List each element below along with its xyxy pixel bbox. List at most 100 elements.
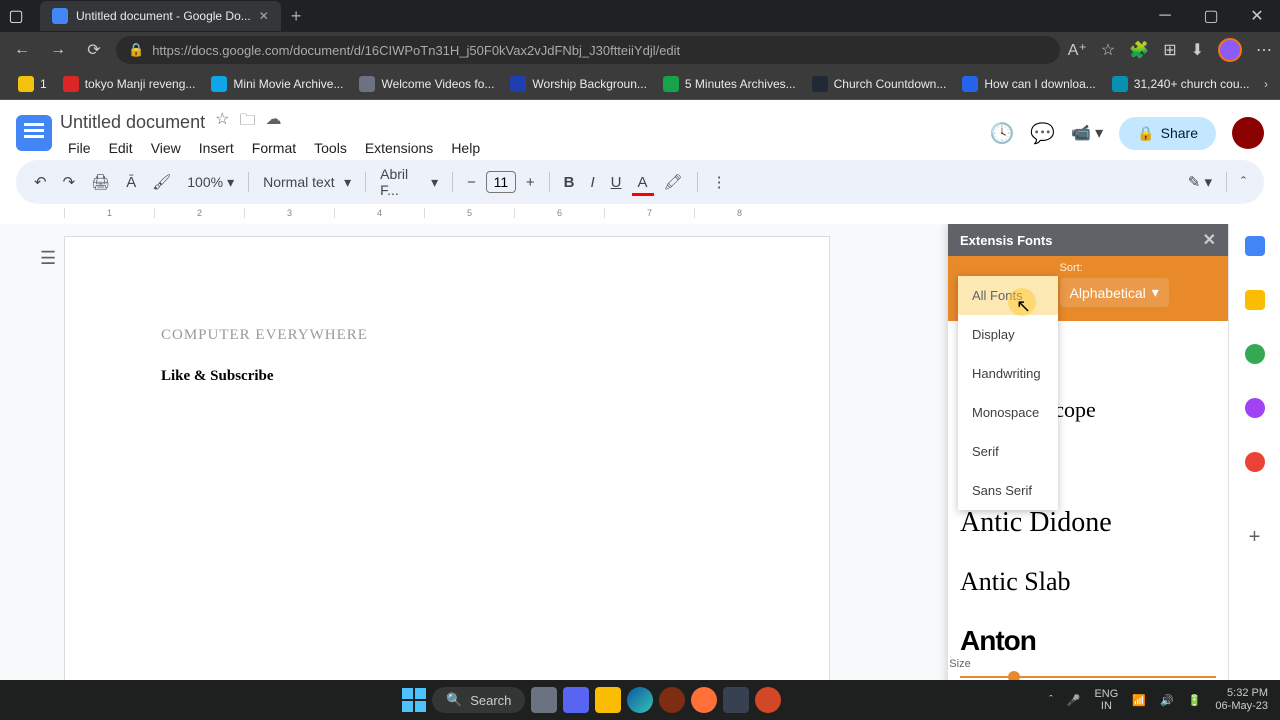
redo-button[interactable]: ↷: [57, 167, 82, 197]
font-item[interactable]: Antic Slab: [960, 553, 1216, 611]
bookmark-item[interactable]: How can I downloa...: [956, 72, 1101, 96]
filter-option[interactable]: Display: [958, 315, 1058, 354]
outline-button[interactable]: ☰: [40, 248, 56, 269]
bookmark-item[interactable]: Mini Movie Archive...: [205, 72, 349, 96]
menu-tools[interactable]: Tools: [306, 138, 355, 158]
account-avatar[interactable]: [1232, 117, 1264, 149]
comments-icon[interactable]: 💬: [1030, 121, 1055, 146]
filter-option[interactable]: Sans Serif: [958, 471, 1058, 510]
collapse-toolbar-button[interactable]: ˆ: [1235, 168, 1252, 197]
zoom-select[interactable]: 100%▾: [181, 170, 240, 195]
text-color-button[interactable]: A: [632, 168, 654, 196]
taskbar-search[interactable]: 🔍 Search: [432, 687, 525, 713]
ruler[interactable]: 12345678: [64, 208, 1264, 224]
mic-icon[interactable]: 🎤: [1067, 694, 1081, 707]
bookmark-item[interactable]: 1: [12, 72, 53, 96]
add-addon-icon[interactable]: +: [1249, 526, 1261, 549]
downloads-icon[interactable]: ⬇: [1191, 40, 1204, 60]
bold-button[interactable]: B: [558, 168, 581, 197]
font-select[interactable]: Abril F...▾: [374, 162, 444, 202]
close-tab-icon[interactable]: ✕: [259, 9, 269, 23]
paragraph-style-select[interactable]: Normal text▾: [257, 170, 357, 195]
keep-icon[interactable]: [1245, 290, 1265, 310]
new-tab-button[interactable]: +: [281, 6, 312, 27]
meet-button[interactable]: 📹▾: [1071, 123, 1103, 143]
docs-logo-icon[interactable]: [16, 115, 52, 151]
decrease-font-button[interactable]: −: [461, 168, 482, 197]
document-page[interactable]: COMPUTER EVERYWHERE Like & Subscribe: [64, 236, 830, 680]
profile-avatar[interactable]: [1218, 38, 1242, 62]
powerpoint-icon[interactable]: [755, 687, 781, 713]
maximize-button[interactable]: ▢: [1188, 0, 1234, 32]
close-panel-icon[interactable]: ✕: [1203, 230, 1216, 250]
edge-icon[interactable]: [627, 687, 653, 713]
underline-button[interactable]: U: [605, 168, 628, 197]
highlight-button[interactable]: 🖍: [658, 167, 689, 197]
maps-icon[interactable]: [1245, 452, 1265, 472]
menu-icon[interactable]: ⋯: [1256, 40, 1272, 60]
back-button[interactable]: ←: [8, 41, 36, 59]
start-button[interactable]: [402, 688, 426, 712]
filter-option[interactable]: All Fonts: [958, 276, 1058, 315]
bookmark-item[interactable]: 5 Minutes Archives...: [657, 72, 802, 96]
sort-select[interactable]: Alphabetical▾: [1060, 278, 1169, 307]
browser-tab[interactable]: Untitled document - Google Do... ✕: [40, 1, 281, 31]
minimize-button[interactable]: ─: [1142, 0, 1188, 32]
menu-format[interactable]: Format: [244, 138, 304, 158]
move-icon[interactable]: 🗀: [239, 109, 255, 136]
tasks-icon[interactable]: [1245, 344, 1265, 364]
print-button[interactable]: 🖨: [85, 167, 116, 197]
address-bar[interactable]: 🔒 https://docs.google.com/document/d/16C…: [116, 36, 1060, 64]
bookmark-item[interactable]: Church Countdown...: [806, 72, 953, 96]
forward-button[interactable]: →: [44, 41, 72, 59]
menu-insert[interactable]: Insert: [191, 138, 242, 158]
close-window-button[interactable]: ✕: [1234, 0, 1280, 32]
read-aloud-icon[interactable]: A⁺: [1068, 40, 1087, 60]
tab-actions-icon[interactable]: ▢: [0, 0, 32, 32]
extensions-icon[interactable]: 🧩: [1129, 40, 1149, 60]
bookmarks-overflow-icon[interactable]: ›: [1264, 77, 1268, 91]
menu-file[interactable]: File: [60, 138, 99, 158]
size-slider[interactable]: Size: [960, 658, 1216, 678]
menu-help[interactable]: Help: [443, 138, 488, 158]
tray-overflow-icon[interactable]: ˆ: [1049, 694, 1053, 706]
explorer-icon[interactable]: [595, 687, 621, 713]
share-button[interactable]: 🔒 Share: [1119, 117, 1216, 150]
app-icon-2[interactable]: [659, 687, 685, 713]
increase-font-button[interactable]: +: [520, 168, 541, 197]
task-view-icon[interactable]: [531, 687, 557, 713]
doc-title[interactable]: Untitled document: [60, 112, 205, 133]
font-size-input[interactable]: 11: [486, 171, 516, 193]
firefox-icon[interactable]: [691, 687, 717, 713]
spellcheck-button[interactable]: Ā: [120, 168, 142, 197]
filter-option[interactable]: Handwriting: [958, 354, 1058, 393]
star-icon[interactable]: ☆: [215, 109, 229, 136]
menu-extensions[interactable]: Extensions: [357, 138, 441, 158]
undo-button[interactable]: ↶: [28, 167, 53, 197]
filter-option[interactable]: Serif: [958, 432, 1058, 471]
bookmark-item[interactable]: Worship Backgroun...: [504, 72, 653, 96]
bookmark-item[interactable]: tokyo Manji reveng...: [57, 72, 202, 96]
history-icon[interactable]: 🕓: [989, 121, 1014, 146]
italic-button[interactable]: I: [584, 168, 600, 197]
calendar-icon[interactable]: [1245, 236, 1265, 256]
app-icon-3[interactable]: [723, 687, 749, 713]
sound-icon[interactable]: 🔊: [1160, 694, 1174, 707]
menu-edit[interactable]: Edit: [101, 138, 141, 158]
refresh-button[interactable]: ⟳: [80, 40, 108, 60]
app-icon[interactable]: [563, 687, 589, 713]
bookmark-item[interactable]: Welcome Videos fo...: [353, 72, 500, 96]
wifi-icon[interactable]: 📶: [1132, 694, 1146, 707]
paint-format-button[interactable]: 🖌: [146, 167, 177, 197]
clock[interactable]: 5:32 PM06-May-23: [1215, 687, 1268, 713]
menu-view[interactable]: View: [143, 138, 189, 158]
collections-icon[interactable]: ⊞: [1163, 40, 1176, 60]
contacts-icon[interactable]: [1245, 398, 1265, 418]
editing-mode-button[interactable]: ✎ ▾: [1182, 167, 1218, 197]
favorites-icon[interactable]: ☆: [1101, 40, 1115, 60]
filter-option[interactable]: Monospace: [958, 393, 1058, 432]
bookmark-item[interactable]: 31,240+ church cou...: [1106, 72, 1256, 96]
more-toolbar-button[interactable]: ⋮: [706, 167, 733, 197]
battery-icon[interactable]: 🔋: [1188, 694, 1202, 707]
language-indicator[interactable]: ENGIN: [1094, 688, 1118, 712]
